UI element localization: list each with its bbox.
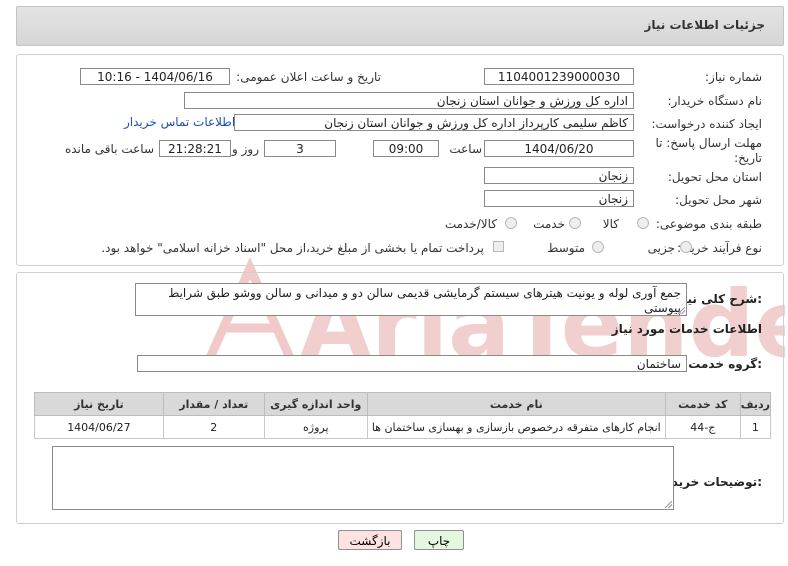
cell-service-name: انجام کارهای متفرقه درخصوص بازسازی و بهس… xyxy=(366,415,666,439)
cell-need-date: 1404/06/27 xyxy=(34,415,164,439)
requester-label: ایجاد کننده درخواست: xyxy=(651,117,762,131)
services-section-title: اطلاعات خدمات مورد نیاز xyxy=(611,322,762,336)
summary-text: جمع آوری لوله و یونیت هیترهای سیستم گرما… xyxy=(135,283,687,316)
category-both-label: کالا/خدمت xyxy=(444,217,497,231)
treasury-checkbox[interactable] xyxy=(493,241,504,252)
deadline-date-field: 1404/06/20 xyxy=(484,140,634,157)
services-table: ردیف کد خدمت نام خدمت واحد اندازه گیری ت… xyxy=(34,392,772,439)
payment-note: پرداخت تمام یا بخشی از مبلغ خرید،از محل … xyxy=(101,241,484,255)
remaining-days-field: 3 xyxy=(264,140,336,157)
service-group-field: ساختمان xyxy=(137,355,687,372)
process-minor-radio[interactable] xyxy=(680,241,692,253)
deadline-date-label: تاریخ: xyxy=(734,151,762,165)
table-row: 1 ج-44 انجام کارهای متفرقه درخصوص بازساز… xyxy=(34,415,772,439)
process-minor-label: جزیی xyxy=(647,241,675,255)
cell-row: 1 xyxy=(739,415,772,439)
service-group-label: گروه خدمت: xyxy=(688,357,762,371)
buyer-contact-link[interactable]: اطلاعات تماس خریدار xyxy=(124,115,235,129)
buyer-notes-field[interactable] xyxy=(52,446,674,510)
col-row: ردیف xyxy=(739,392,772,416)
process-medium-label: متوسط xyxy=(547,241,585,255)
page-header: جزئیات اطلاعات نیاز xyxy=(16,6,784,46)
category-service-radio[interactable] xyxy=(569,217,581,229)
category-goods-radio[interactable] xyxy=(637,217,649,229)
back-button[interactable]: بازگشت xyxy=(338,530,402,550)
buyer-org-label: نام دستگاه خریدار: xyxy=(667,94,763,108)
buyer-notes-label: توضیحات خریدار: xyxy=(660,475,762,489)
need-number-label: شماره نیاز: xyxy=(705,70,762,84)
category-both-radio[interactable] xyxy=(505,217,517,229)
need-number-field: 1104001239000030 xyxy=(484,68,634,85)
resize-handle-icon[interactable] xyxy=(665,501,672,508)
col-service-name: نام خدمت xyxy=(366,392,666,416)
deadline-label: مهلت ارسال پاسخ: تا xyxy=(655,136,762,150)
cell-unit: پروژه xyxy=(263,415,368,439)
page-title: جزئیات اطلاعات نیاز xyxy=(644,18,765,32)
remaining-time-field: 21:28:21 xyxy=(159,140,231,157)
need-info-panel xyxy=(16,54,784,266)
summary-label: شرح کلی نیاز: xyxy=(676,292,762,306)
col-need-date: تاریخ نیاز xyxy=(34,392,164,416)
province-field: زنجان xyxy=(484,167,634,184)
remaining-label: ساعت باقی مانده xyxy=(64,142,154,156)
buyer-org-field: اداره کل ورزش و جوانان استان زنجان xyxy=(184,92,634,109)
resize-handle-icon[interactable] xyxy=(678,307,685,314)
col-service-code: کد خدمت xyxy=(664,392,741,416)
category-label: طبقه بندی موضوعی: xyxy=(655,217,762,231)
deadline-time-field: 09:00 xyxy=(373,140,439,157)
cell-service-code: ج-44 xyxy=(664,415,741,439)
col-unit: واحد اندازه گیری xyxy=(263,392,368,416)
cell-quantity: 2 xyxy=(162,415,265,439)
province-label: استان محل تحویل: xyxy=(667,170,762,184)
process-medium-radio[interactable] xyxy=(592,241,604,253)
city-field: زنجان xyxy=(484,190,634,207)
category-goods-label: کالا xyxy=(602,217,619,231)
requester-field: کاظم سلیمی کارپرداز اداره کل ورزش و جوان… xyxy=(234,114,634,131)
days-label: روز و xyxy=(232,142,259,156)
announce-field: 1404/06/16 - 10:16 xyxy=(80,68,230,85)
print-button[interactable]: چاپ xyxy=(414,530,464,550)
summary-content: جمع آوری لوله و یونیت هیترهای سیستم گرما… xyxy=(168,286,681,315)
col-quantity: تعداد / مقدار xyxy=(162,392,265,416)
deadline-hour-label: ساعت xyxy=(449,142,482,156)
table-header-row: ردیف کد خدمت نام خدمت واحد اندازه گیری ت… xyxy=(34,392,772,416)
category-service-label: خدمت xyxy=(533,217,565,231)
announce-label: تاریخ و ساعت اعلان عمومی: xyxy=(236,70,381,84)
city-label: شهر محل تحویل: xyxy=(675,193,762,207)
